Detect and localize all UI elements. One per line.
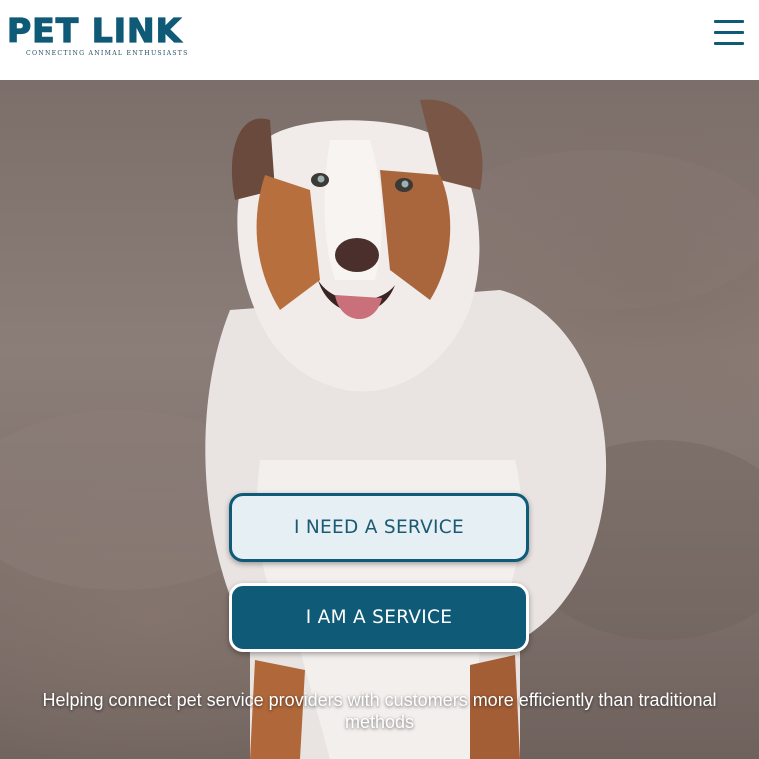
site-header: PET LINK Connecting Animal Enthusiasts	[0, 0, 759, 80]
am-service-button[interactable]: I AM A SERVICE	[229, 583, 529, 652]
need-service-button[interactable]: I NEED A SERVICE	[229, 493, 529, 562]
pet-link-logo[interactable]: PET LINK Connecting Animal Enthusiasts	[6, 11, 203, 64]
dog-photo	[0, 99, 759, 759]
hamburger-menu-icon[interactable]	[708, 18, 748, 50]
logo-wordmark: PET LINK	[6, 11, 183, 50]
logo-tagline: Connecting Animal Enthusiasts	[26, 50, 189, 57]
hero-tagline: Helping connect pet service providers wi…	[42, 690, 717, 732]
hero-section: I NEED A SERVICE I AM A SERVICE Helping …	[0, 80, 759, 759]
